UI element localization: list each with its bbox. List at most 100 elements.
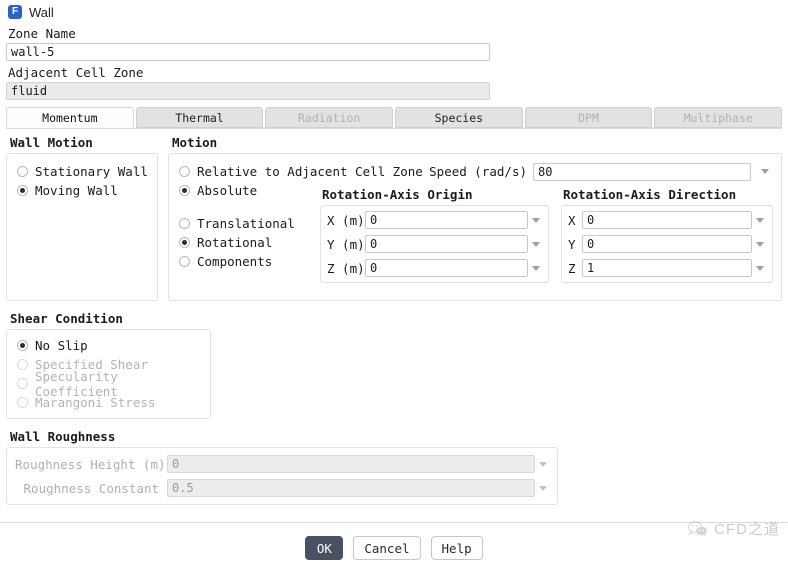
direction-x-row: X	[568, 211, 768, 229]
radio-label-marangoni-stress: Marangoni Stress	[35, 395, 155, 410]
radio-label-components: Components	[197, 254, 272, 269]
tab-underline	[6, 128, 782, 129]
tab-multiphase: Multiphase	[654, 107, 782, 128]
radio-icon-relative-to-adjacent-cell-zone	[179, 166, 190, 177]
radio-label-rotational: Rotational	[197, 235, 272, 250]
adjacent-cell-zone-label: Adjacent Cell Zone	[8, 65, 782, 80]
roughness-height-input	[167, 455, 535, 473]
radio-icon-stationary-wall	[17, 166, 28, 177]
footer-separator	[0, 522, 788, 523]
radio-stationary-wall[interactable]: Stationary Wall	[17, 162, 151, 181]
tab-dpm: DPM	[525, 107, 653, 128]
rotation-axis-direction-title: Rotation-Axis Direction	[563, 187, 773, 202]
tab-multiphase-label: Multiphase	[684, 111, 753, 125]
roughness-constant-row: Roughness Constant	[15, 479, 551, 497]
window-title: Wall	[29, 5, 54, 20]
roughness-constant-input	[167, 479, 535, 497]
radio-specularity-coefficient: Specularity Coefficient	[17, 374, 204, 393]
watermark: CFD之道	[687, 518, 780, 539]
zone-name-input[interactable]	[6, 43, 490, 61]
rotation-axis-origin-title: Rotation-Axis Origin	[322, 187, 549, 202]
radio-icon-moving-wall	[17, 185, 28, 196]
origin-z-input[interactable]	[365, 259, 528, 277]
direction-z-label: Z	[568, 261, 582, 276]
cancel-button[interactable]: Cancel	[353, 536, 420, 560]
tab-momentum[interactable]: Momentum	[6, 107, 134, 128]
radio-icon-no-slip	[17, 340, 28, 351]
dialog-buttons: OK Cancel Help	[0, 536, 788, 560]
tab-species[interactable]: Species	[395, 107, 523, 128]
roughness-height-row: Roughness Height (m)	[15, 455, 551, 473]
roughness-height-label: Roughness Height (m)	[15, 457, 167, 472]
speed-dropdown-chevron-down-icon[interactable]	[757, 164, 773, 180]
tab-momentum-label: Momentum	[42, 111, 97, 125]
radio-icon-marangoni-stress	[17, 397, 28, 408]
origin-x-input[interactable]	[365, 211, 528, 229]
radio-relative-to-adjacent-cell-zone[interactable]: Relative to Adjacent Cell Zone	[179, 162, 314, 181]
radio-icon-specified-shear	[17, 359, 28, 370]
tab-strip: Momentum Thermal Radiation Species DPM M…	[6, 107, 782, 128]
wall-roughness-title: Wall Roughness	[10, 429, 782, 444]
origin-x-chevron-down-icon[interactable]	[528, 212, 544, 228]
tab-thermal-label: Thermal	[175, 111, 223, 125]
radio-icon-translational	[179, 218, 190, 229]
wall-motion-panel: Stationary Wall Moving Wall	[6, 153, 158, 301]
direction-y-row: Y	[568, 235, 768, 253]
origin-x-row: X (m)	[327, 211, 544, 229]
radio-no-slip[interactable]: No Slip	[17, 336, 204, 355]
roughness-height-chevron-down-icon	[535, 456, 551, 472]
origin-y-chevron-down-icon[interactable]	[528, 236, 544, 252]
direction-y-input[interactable]	[582, 235, 752, 253]
radio-icon-components	[179, 256, 190, 267]
roughness-constant-chevron-down-icon	[535, 480, 551, 496]
radio-label-no-slip: No Slip	[35, 338, 88, 353]
direction-y-label: Y	[568, 237, 582, 252]
radio-label-moving-wall: Moving Wall	[35, 183, 118, 198]
roughness-constant-label: Roughness Constant	[15, 481, 167, 496]
speed-input[interactable]	[533, 163, 751, 181]
help-button[interactable]: Help	[431, 536, 483, 560]
radio-translational[interactable]: Translational	[179, 214, 314, 233]
radio-rotational[interactable]: Rotational	[179, 233, 314, 252]
direction-z-row: Z	[568, 259, 768, 277]
direction-x-chevron-down-icon[interactable]	[752, 212, 768, 228]
rotation-axis-direction-panel: X Y Z	[561, 205, 773, 283]
window-titlebar: F Wall	[0, 0, 788, 24]
radio-components[interactable]: Components	[179, 252, 314, 271]
origin-y-input[interactable]	[365, 235, 528, 253]
direction-x-input[interactable]	[582, 211, 752, 229]
direction-z-input[interactable]	[582, 259, 752, 277]
adjacent-cell-zone-input	[6, 82, 490, 100]
zone-name-label: Zone Name	[8, 26, 782, 41]
radio-moving-wall[interactable]: Moving Wall	[17, 181, 151, 200]
direction-z-chevron-down-icon[interactable]	[752, 260, 768, 276]
radio-icon-absolute	[179, 185, 190, 196]
ok-button[interactable]: OK	[305, 536, 343, 560]
tab-species-label: Species	[435, 111, 483, 125]
origin-y-row: Y (m)	[327, 235, 544, 253]
motion-title: Motion	[172, 135, 782, 150]
fluent-app-icon: F	[8, 5, 22, 19]
radio-absolute[interactable]: Absolute	[179, 181, 314, 200]
origin-x-label: X (m)	[327, 213, 365, 228]
origin-y-label: Y (m)	[327, 237, 365, 252]
rotation-axis-origin-panel: X (m) Y (m) Z (m)	[320, 205, 549, 283]
shear-condition-panel: No Slip Specified Shear Specularity Coef…	[6, 329, 211, 419]
wall-roughness-panel: Roughness Height (m) Roughness Constant	[6, 447, 558, 505]
tab-dpm-label: DPM	[578, 111, 599, 125]
direction-y-chevron-down-icon[interactable]	[752, 236, 768, 252]
radio-icon-specularity-coefficient	[17, 378, 28, 389]
speed-label: Speed (rad/s)	[429, 164, 527, 179]
wechat-icon	[687, 520, 709, 538]
direction-x-label: X	[568, 213, 582, 228]
radio-label-translational: Translational	[197, 216, 295, 231]
origin-z-row: Z (m)	[327, 259, 544, 277]
watermark-text: CFD之道	[714, 518, 780, 539]
radio-icon-rotational	[179, 237, 190, 248]
tab-thermal[interactable]: Thermal	[136, 107, 264, 128]
radio-label-absolute: Absolute	[197, 183, 257, 198]
radio-label-stationary-wall: Stationary Wall	[35, 164, 148, 179]
tab-radiation: Radiation	[265, 107, 393, 128]
motion-panel: Relative to Adjacent Cell Zone Absolute …	[168, 153, 782, 301]
origin-z-chevron-down-icon[interactable]	[528, 260, 544, 276]
